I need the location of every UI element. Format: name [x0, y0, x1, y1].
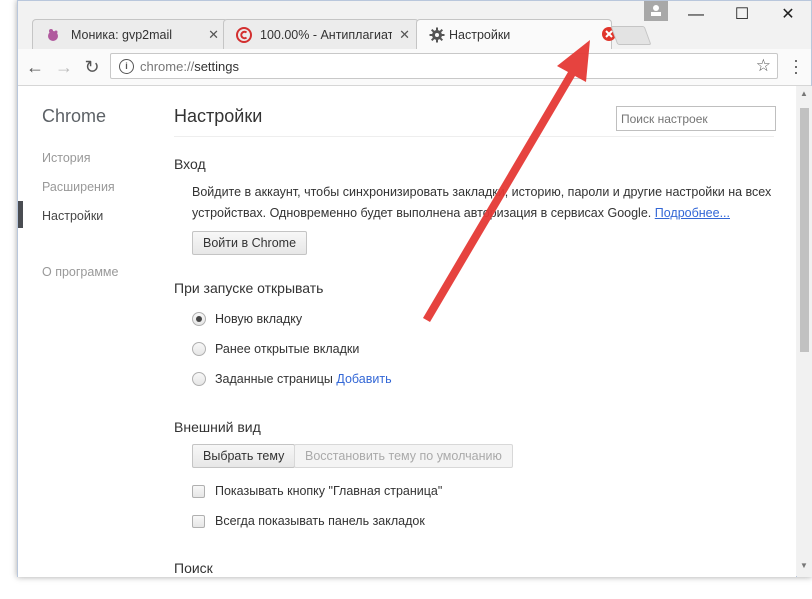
appearance-heading: Внешний вид — [174, 419, 261, 435]
scrollbar[interactable]: ▲ ▼ — [797, 86, 812, 577]
maximize-icon[interactable]: ☐ — [720, 1, 764, 29]
reset-theme-button[interactable]: Восстановить тему по умолчанию — [294, 444, 513, 468]
browser-window: Моника: gvp2mail ✕ 100.00% - Антиплагиат… — [17, 0, 812, 577]
learn-more-link[interactable]: Подробнее... — [655, 206, 730, 220]
tab-title: Моника: gvp2mail — [71, 28, 173, 42]
close-tab-icon[interactable]: ✕ — [208, 27, 219, 43]
info-icon[interactable]: i — [119, 59, 134, 74]
signin-text-line2: устройствах. Одновременно будет выполнен… — [192, 206, 730, 220]
title-bar: Моника: gvp2mail ✕ 100.00% - Антиплагиат… — [18, 1, 811, 49]
sidebar-item-about[interactable]: О программе — [42, 265, 118, 279]
tab-monika[interactable]: Моника: gvp2mail ✕ — [32, 19, 228, 49]
title-divider — [174, 136, 774, 137]
scrollbar-thumb[interactable] — [800, 108, 809, 352]
profile-icon[interactable] — [644, 1, 668, 21]
tab-title: Настройки — [449, 28, 511, 42]
radio-label: Новую вкладку — [215, 312, 303, 326]
menu-kebab-icon[interactable]: · · · — [789, 51, 803, 81]
radio-specific-pages[interactable] — [192, 372, 206, 386]
new-tab-button[interactable] — [610, 26, 652, 45]
signin-text-line1: Войдите в аккаунт, чтобы синхронизироват… — [192, 185, 772, 199]
sidebar-title: Chrome — [42, 106, 107, 126]
signin-button[interactable]: Войти в Chrome — [192, 231, 308, 255]
settings-page: Chrome История Расширения Настройки О пр… — [18, 86, 796, 577]
radio-new-tab[interactable] — [192, 312, 206, 326]
choose-theme-button[interactable]: Выбрать тему — [192, 444, 296, 468]
search-heading: Поиск — [174, 560, 213, 576]
radio-label: Ранее открытые вкладки — [215, 342, 360, 356]
scroll-down-icon[interactable]: ▼ — [800, 561, 808, 570]
close-tab-icon[interactable]: ✕ — [399, 27, 410, 43]
radio-label-row: Заданные страницы Добавить — [215, 372, 392, 386]
close-window-icon[interactable]: ✕ — [766, 1, 810, 29]
signin-heading: Вход — [174, 156, 206, 172]
sidebar-item-history[interactable]: История — [42, 151, 90, 165]
checkbox-bookmarks-bar[interactable] — [192, 515, 205, 528]
reload-icon[interactable]: ↻ — [81, 56, 103, 78]
startup-heading: При запуске открывать — [174, 280, 324, 296]
back-icon[interactable]: ← — [24, 56, 46, 78]
minimize-icon[interactable]: — — [674, 1, 718, 29]
page-title: Настройки — [174, 106, 263, 126]
monster-favicon-icon — [48, 29, 58, 41]
search-settings-input[interactable] — [616, 106, 776, 131]
radio-previous-tabs[interactable] — [192, 342, 206, 356]
checkbox-home-button[interactable] — [192, 485, 205, 498]
add-pages-link[interactable]: Добавить — [336, 372, 391, 386]
scroll-up-icon[interactable]: ▲ — [800, 89, 808, 98]
sidebar-active-marker — [18, 201, 23, 228]
sidebar-item-settings[interactable]: Настройки — [42, 209, 103, 223]
gear-icon — [429, 27, 445, 43]
toolbar: ← → ↻ i chrome://settings ☆ · · · — [18, 49, 811, 86]
forward-icon[interactable]: → — [53, 56, 75, 78]
url-text: chrome://settings — [140, 59, 239, 74]
sidebar-item-extensions[interactable]: Расширения — [42, 180, 115, 194]
tab-antiplagiat[interactable]: 100.00% - Антиплагиат с ✕ — [223, 19, 419, 49]
tab-settings[interactable]: Настройки — [416, 19, 616, 49]
address-bar[interactable]: i chrome://settings ☆ — [110, 53, 778, 79]
tab-title: 100.00% - Антиплагиат с — [260, 28, 392, 42]
copyright-favicon-icon — [236, 27, 252, 43]
checkbox-label: Показывать кнопку "Главная страница" — [215, 484, 443, 498]
checkbox-label: Всегда показывать панель закладок — [215, 514, 425, 528]
bookmark-star-icon[interactable]: ☆ — [756, 56, 771, 76]
